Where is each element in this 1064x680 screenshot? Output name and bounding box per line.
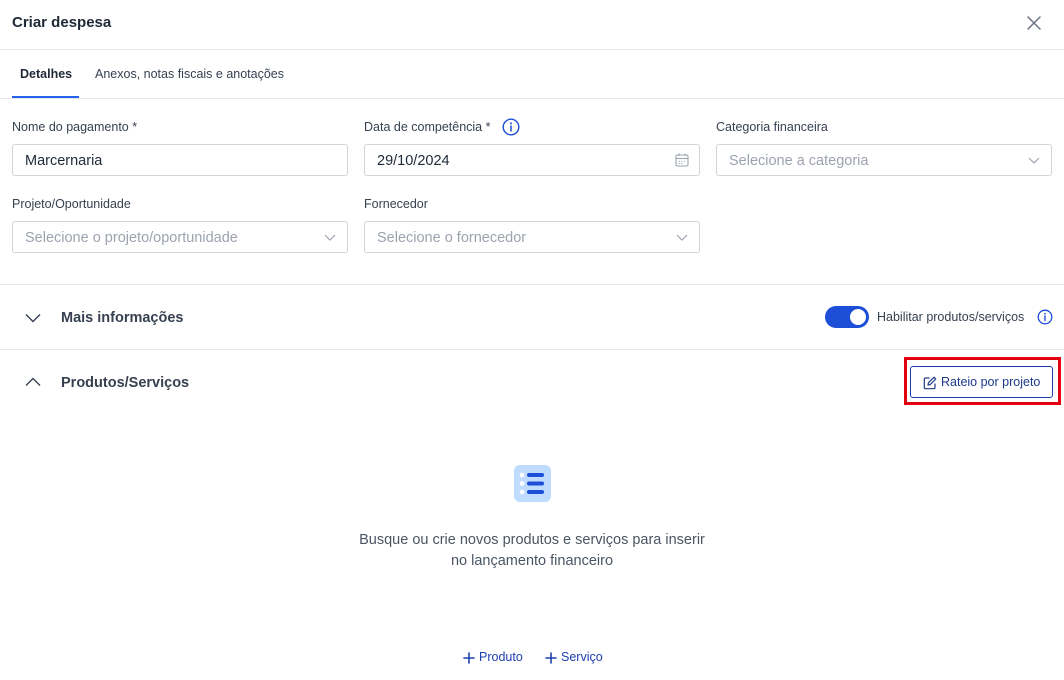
divider: [0, 284, 1064, 285]
calendar-icon[interactable]: [675, 153, 689, 167]
chevron-down-icon: [324, 234, 336, 241]
add-servico-link[interactable]: Serviço: [545, 650, 609, 666]
active-tab-indicator: [12, 96, 79, 98]
empty-line-2: no lançamento financeiro: [450, 553, 614, 569]
tab-bar: Detalhes Anexos, notas fiscais e anotaçõ…: [0, 51, 1064, 99]
chevron-down-icon: [1028, 157, 1040, 164]
add-produto-label: Produto: [479, 650, 523, 664]
nome-label: Nome do pagamento *: [12, 120, 138, 134]
nome-value: Marcernaria: [25, 153, 103, 169]
toggle-label: Habilitar produtos/serviços: [877, 310, 1025, 324]
empty-state-text: Busque ou crie novos produtos e serviços…: [332, 530, 732, 572]
add-servico-label: Serviço: [561, 650, 603, 664]
info-icon[interactable]: [502, 118, 520, 136]
dialog-title: Criar despesa: [12, 14, 112, 31]
rateio-por-projeto-button[interactable]: Rateio por projeto: [910, 366, 1053, 398]
categoria-placeholder: Selecione a categoria: [729, 153, 869, 169]
empty-line-1: Busque ou crie novos produtos e serviços…: [359, 532, 705, 548]
nome-field[interactable]: Marcernaria: [12, 144, 348, 176]
chevron-down-icon[interactable]: [24, 309, 42, 327]
categoria-select[interactable]: Selecione a categoria: [716, 144, 1052, 176]
edit-icon: [923, 376, 937, 390]
dialog-header: Criar despesa: [0, 0, 1064, 50]
chevron-up-icon[interactable]: [24, 373, 42, 391]
add-produto-link[interactable]: Produto: [463, 650, 527, 666]
info-icon[interactable]: [1037, 309, 1053, 325]
tab-anexos[interactable]: Anexos, notas fiscais e anotações: [95, 67, 284, 81]
fornecedor-select[interactable]: Selecione o fornecedor: [364, 221, 700, 253]
plus-icon: [545, 652, 557, 664]
rateio-label: Rateio por projeto: [941, 375, 1041, 389]
divider: [0, 349, 1064, 350]
toggle-knob: [850, 309, 866, 325]
mais-informacoes-title[interactable]: Mais informações: [61, 310, 184, 326]
projeto-label: Projeto/Oportunidade: [12, 197, 131, 211]
data-field[interactable]: 29/10/2024: [364, 144, 700, 176]
produtos-servicos-title[interactable]: Produtos/Serviços: [61, 375, 189, 391]
produtos-servicos-toggle[interactable]: [825, 306, 869, 328]
categoria-label: Categoria financeira: [716, 120, 828, 134]
list-icon: [514, 465, 551, 502]
plus-icon: [463, 652, 475, 664]
tab-detalhes[interactable]: Detalhes: [20, 67, 72, 81]
projeto-placeholder: Selecione o projeto/oportunidade: [25, 230, 238, 246]
projeto-select[interactable]: Selecione o projeto/oportunidade: [12, 221, 348, 253]
close-icon[interactable]: [1022, 11, 1046, 35]
data-value: 29/10/2024: [377, 153, 450, 169]
chevron-down-icon: [676, 234, 688, 241]
fornecedor-label: Fornecedor: [364, 197, 428, 211]
fornecedor-placeholder: Selecione o fornecedor: [377, 230, 527, 246]
data-label: Data de competência *: [364, 120, 491, 134]
